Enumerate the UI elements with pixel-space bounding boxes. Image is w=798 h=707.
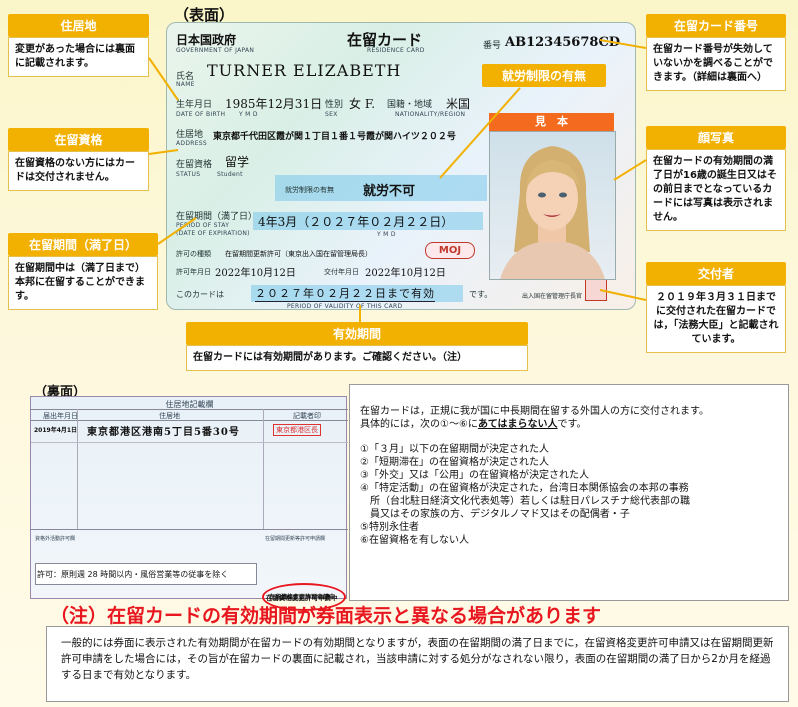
back-row-line [31, 442, 348, 443]
info-item-3: ③「外交」又は「公用」の在留資格が決定された人 [360, 470, 589, 481]
info-item-6: ⑥在留資格を有しない人 [360, 535, 469, 546]
info-line2-prefix: 具体的には，次の①～⑥に [360, 419, 478, 430]
info-line2-emphasis: あてはまらない人 [477, 419, 558, 430]
back-col-address: 住居地 [159, 412, 180, 420]
back-entry-row: 2019年4月1日 東京都港区港南5丁目5番30号 東京都港区長 [31, 423, 348, 439]
info-item-1: ①「３月」以下の在留期間が決定された人 [360, 444, 549, 455]
note-title: （注）在留カードの有効期間が券面表示と異なる場合があります [50, 605, 602, 627]
back-entry-date: 2019年4月1日 [34, 427, 78, 434]
info-line2-suffix: です。 [557, 419, 587, 430]
back-entry-address: 東京都港区港南5丁目5番30号 [87, 427, 240, 438]
back-entry-stamp: 東京都港区長 [273, 424, 321, 436]
back-col-date: 届出年月日 [43, 412, 78, 420]
note-body: 一般的には券面に表示された有効期間が在留カードの有効期間となりますが，表面の在留… [61, 637, 774, 681]
info-line1: 在留カードは，正規に我が国に中長期間在留する外国人の方に交付されます。 [360, 406, 709, 417]
back-permission-label: 資格外活動許可欄 [35, 536, 76, 542]
info-item-4a: ④「特定活動」の在留資格が決定された，台湾日本関係協会の本邦の事務 [360, 483, 689, 494]
back-application-label: 在留期間更新等許可申請欄 [265, 536, 326, 542]
info-item-5: ⑤特別永住者 [360, 522, 419, 533]
back-header-row: 届出年月日 住居地 記載者印 [31, 409, 348, 421]
residence-card-back: 住居地記載欄 届出年月日 住居地 記載者印 2019年4月1日 東京都港区港南5… [30, 396, 348, 601]
back-col-stamp: 記載者印 [293, 412, 321, 420]
info-item-2: ②「短期滞在」の在留資格が決定された人 [360, 457, 549, 468]
back-permission-value: 許可：原則週 28 時間以内・風俗営業等の従事を除く [37, 570, 229, 579]
info-line2: 具体的には，次の①～⑥にあてはまらない人です。 [360, 418, 778, 431]
info-item-4c: 員又はその家族の方、デジタルノマド又はその配偶者・子 [360, 509, 630, 520]
info-box: 在留カードは，正規に我が国に中長期間在留する外国人の方に交付されます。 具体的に… [349, 384, 789, 601]
info-item-4b: 所（台北駐日経済文化代表処等）若しくは駐日パレスチナ総代表部の職 [360, 496, 690, 507]
note-box: 一般的には券面に表示された有効期間が在留カードの有効期間となりますが，表面の在留… [46, 626, 789, 702]
back-row-line-2 [31, 529, 348, 530]
